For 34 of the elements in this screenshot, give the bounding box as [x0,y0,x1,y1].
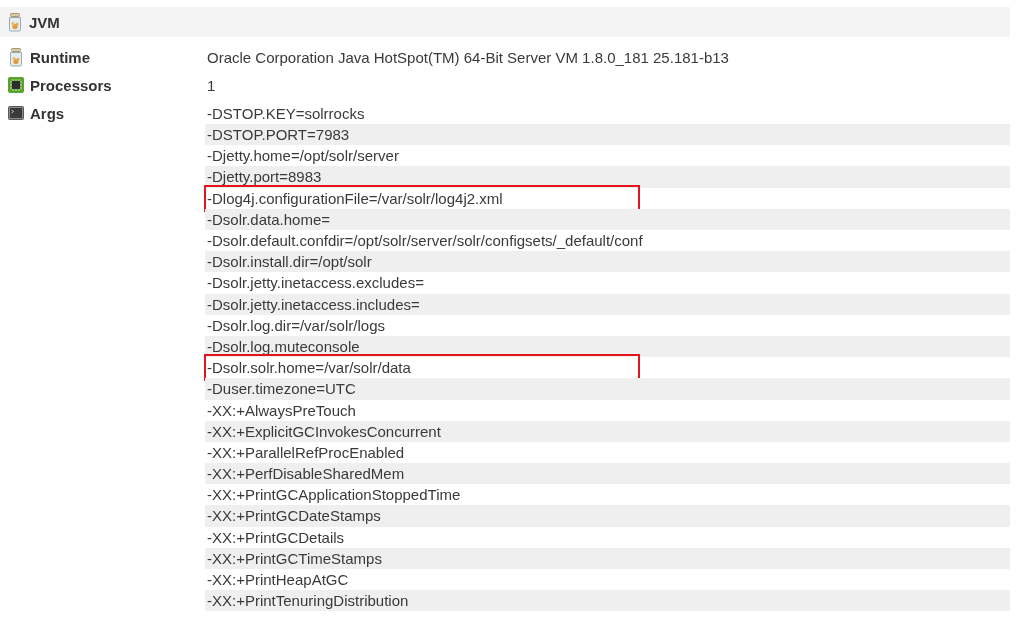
property-value: -XX:+ParallelRefProcEnabled [207,443,405,461]
jar-icon [7,12,23,32]
property-value: -Dsolr.default.confdir=/opt/solr/server/solr/configsets/_default/conf [207,232,643,249]
property-value: -DSTOP.KEY=solrrocks [207,104,365,122]
property-value: 1 [207,76,216,94]
property-value: -Dsolr.log.dir=/var/solr/logs [207,316,385,334]
property-value: -Dlog4j.configurationFile=/var/solr/log4j2.xml [207,189,503,207]
property-value: -XX:+PrintTenuringDistribution [207,592,409,610]
section-title: JVM [29,13,60,31]
property-value: -XX:+PrintGCDetails [207,528,345,546]
property-value: -Dsolr.install.dir=/opt/solr [207,253,372,271]
property-value: Oracle Corporation Java HotSpot(TM) 64-Bit Server VM 1.8.0_181 25.181-b13 [207,48,729,66]
property-value: -Dsolr.jetty.inetaccess.includes= [207,295,420,313]
property-value: -DSTOP.PORT=7983 [207,126,350,144]
property-value: -XX:+PrintGCDateStamps [207,507,381,525]
property-value: -Dsolr.log.muteconsole [207,337,360,355]
property-value: -XX:+ExplicitGCInvokesConcurrent [207,422,441,440]
property-value: -Dsolr.solr.home=/var/solr/data [207,359,411,377]
terminal-icon [8,106,24,121]
property-value: -XX:+PerfDisableSharedMem [207,465,405,483]
chip-icon [8,77,24,94]
property-value: -XX:+PrintGCApplicationStoppedTime [207,486,461,504]
property-value: -Dsolr.data.home= [207,210,330,228]
property-value: -XX:+AlwaysPreTouch [207,401,356,419]
jar-icon [8,47,24,67]
property-value: -Dsolr.jetty.inetaccess.excludes= [207,274,424,292]
property-value: -Djetty.port=8983 [207,168,322,186]
property-value: -XX:+PrintGCTimeStamps [207,549,382,567]
property-value: -XX:+PrintHeapAtGC [207,571,349,588]
property-label: Args [30,104,65,122]
property-label: Processors [30,76,112,94]
property-value: -Djetty.home=/opt/solr/server [207,147,399,165]
property-value: -Duser.timezone=UTC [207,380,356,398]
property-label: Runtime [30,48,90,66]
